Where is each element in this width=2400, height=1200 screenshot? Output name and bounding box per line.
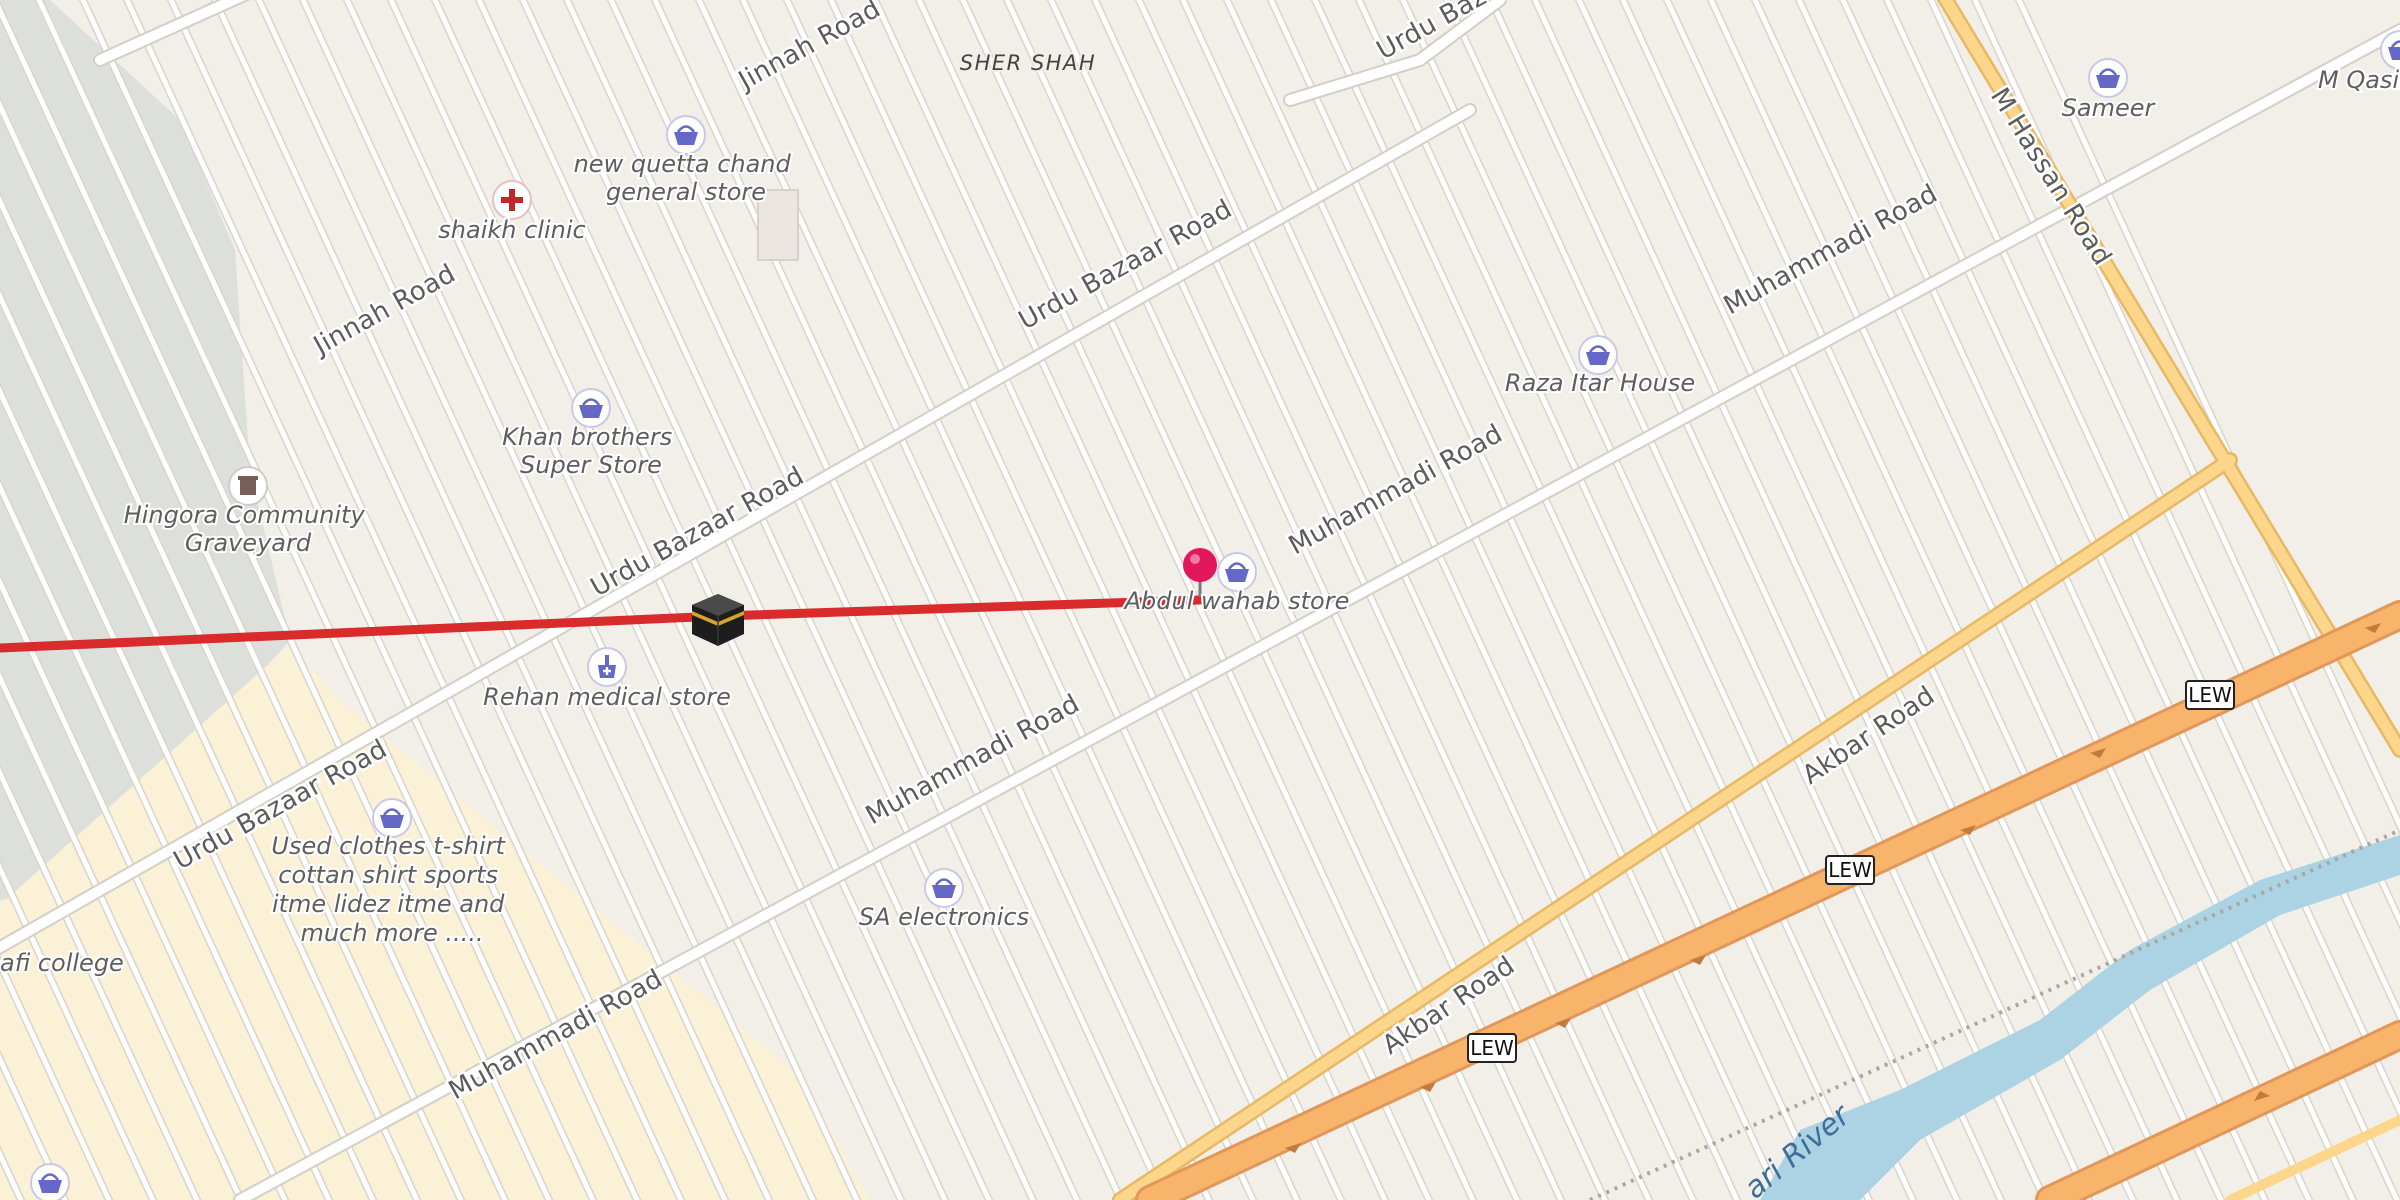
poi-label-used-clothes: Used clothes t-shirt cottan shirt sports… xyxy=(271,832,512,947)
shopping-basket-icon[interactable] xyxy=(570,387,612,429)
lew-shield: LEW xyxy=(1467,1033,1517,1063)
area-label-sher-shah: SHER SHAH xyxy=(960,51,1096,75)
residential-street xyxy=(1708,0,2268,1200)
poi-label-college: afi college xyxy=(0,949,124,977)
grave-icon[interactable] xyxy=(228,466,268,506)
svg-text:LEW: LEW xyxy=(2188,683,2232,707)
poi-label-shaikh-clinic: shaikh clinic xyxy=(438,216,585,244)
residential-street xyxy=(1400,0,1960,1200)
akbar-road xyxy=(1114,454,2236,1200)
poi-label-new-quetta: new quetta chand general store xyxy=(574,150,799,206)
red-cross-icon[interactable] xyxy=(492,180,532,220)
poi-label-sa-electronics: SA electronics xyxy=(859,903,1029,931)
pharmacy-icon[interactable] xyxy=(587,647,627,687)
street-label-jinnah-a: Jinnah Road xyxy=(732,0,886,97)
poi-label-rehan: Rehan medical store xyxy=(483,683,731,711)
shopping-basket-icon[interactable] xyxy=(2087,57,2129,99)
map-canvas[interactable]: Jinnah Road Jinnah Road Urdu Bazaar Road… xyxy=(0,0,2400,1200)
poi-label-raza: Raza Itar House xyxy=(1505,369,1695,397)
poi-label-sameer: Sameer xyxy=(2062,94,2157,122)
poi-label-abdul-wahab: Abdul wahab store xyxy=(1123,587,1350,615)
shopping-basket-icon[interactable] xyxy=(29,1162,71,1200)
lew-shield: LEW xyxy=(2185,680,2235,710)
residential-street xyxy=(1664,0,2224,1200)
shopping-basket-icon[interactable] xyxy=(923,867,965,909)
residential-street-casing xyxy=(1926,0,2400,1026)
map-view[interactable]: Jinnah Road Jinnah Road Urdu Bazaar Road… xyxy=(0,0,2400,1200)
shopping-basket-icon[interactable] xyxy=(665,114,707,156)
kaaba-icon[interactable] xyxy=(692,594,744,646)
lew-expressway-south xyxy=(2038,1023,2400,1200)
svg-text:LEW: LEW xyxy=(1470,1036,1514,1060)
svg-text:LEW: LEW xyxy=(1828,858,1872,882)
poi-label-m-qasim: M Qasim xyxy=(2318,66,2400,94)
poi-label-khan-brothers: Khan brothers Super Store xyxy=(502,423,680,479)
residential-street xyxy=(1928,0,2400,1022)
lew-shield: LEW xyxy=(1825,855,1875,885)
shopping-basket-icon[interactable] xyxy=(1216,551,1258,593)
